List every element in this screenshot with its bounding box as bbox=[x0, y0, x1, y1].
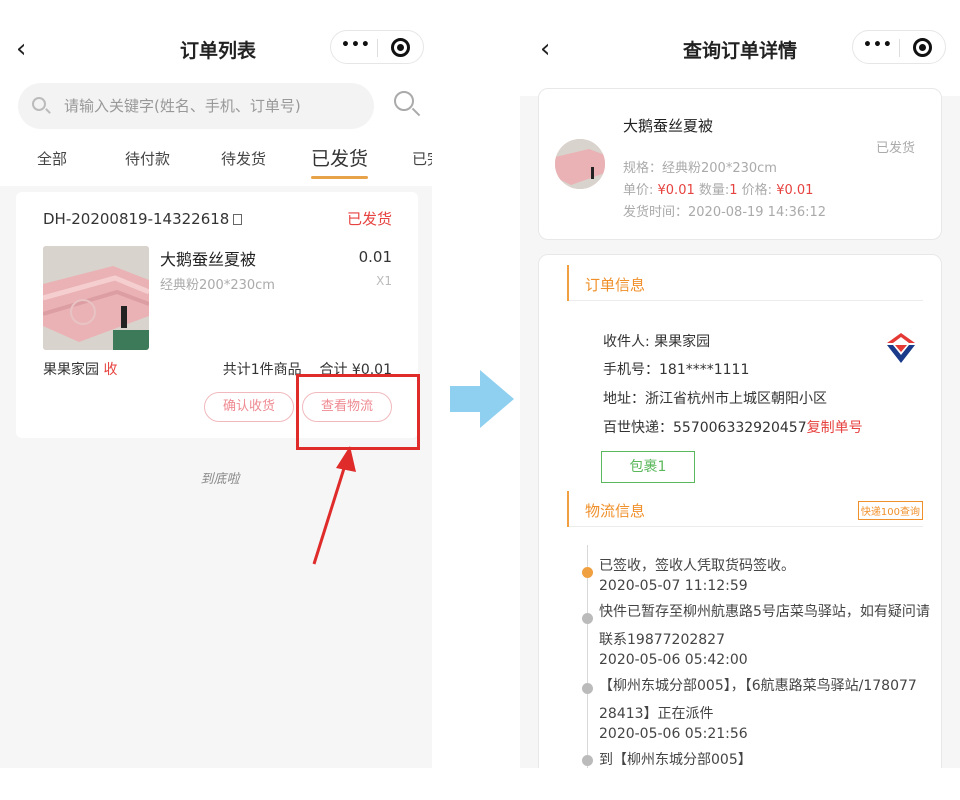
timeline-line bbox=[587, 545, 588, 768]
timeline-time: 2020-05-06 05:21:56 bbox=[599, 726, 748, 742]
more-icon[interactable]: ••• bbox=[341, 37, 371, 53]
product-spec: 规格：经典粉200*230cm bbox=[623, 161, 777, 176]
search-icon bbox=[32, 97, 46, 111]
product-image[interactable] bbox=[43, 246, 149, 350]
status-tabs: 全部 待付款 待发货 已发货 已完 bbox=[0, 134, 432, 186]
tab-label: 已发货 bbox=[311, 148, 369, 170]
order-status: 已发货 bbox=[875, 141, 915, 156]
order-info-header: 订单信息 bbox=[567, 265, 923, 301]
express-text: 百世快递：557006332920457 bbox=[603, 420, 807, 436]
tab-shipped[interactable]: 已发货 bbox=[311, 144, 369, 179]
more-icon[interactable]: ••• bbox=[863, 37, 893, 53]
capsule-divider bbox=[899, 39, 900, 57]
buyer-tag: 收 bbox=[103, 362, 118, 378]
capsule-divider bbox=[377, 39, 378, 57]
timeline-dot bbox=[582, 613, 593, 624]
qty-label: 数量: bbox=[694, 183, 730, 198]
buyer-info: 果果家园 收 bbox=[43, 359, 117, 379]
kuaidi100-tag[interactable]: 快递100查询 bbox=[857, 501, 923, 520]
copy-icon[interactable] bbox=[233, 214, 243, 225]
product-price: 0.01 bbox=[358, 248, 392, 266]
tab-pending-shipment[interactable]: 待发货 bbox=[221, 148, 266, 169]
timeline-text: 联系19877202827 bbox=[599, 632, 725, 648]
package-1-button[interactable]: 包裹1 bbox=[601, 451, 695, 483]
logistics-header: 物流信息 快递100查询 bbox=[567, 491, 923, 527]
highlight-box bbox=[296, 374, 420, 450]
search-bar bbox=[0, 80, 432, 134]
section-bar bbox=[567, 491, 569, 527]
miniprogram-capsule: ••• bbox=[330, 30, 424, 64]
order-detail-screen: ‹ 查询订单详情 ••• 大鹅蚕丝夏被 已发货 规格：经典粉200*230cm … bbox=[520, 0, 960, 768]
section-bar bbox=[567, 265, 569, 301]
timeline-time: 2020-05-07 11:12:59 bbox=[599, 578, 748, 594]
address: 地址：浙江省杭州市上城区朝阳小区 bbox=[603, 391, 827, 407]
tab-pending-payment[interactable]: 待付款 bbox=[125, 148, 170, 169]
section-title: 物流信息 bbox=[585, 502, 646, 520]
timeline-dot bbox=[582, 755, 593, 766]
product-thumbnail bbox=[555, 139, 605, 189]
timeline-dot bbox=[582, 683, 593, 694]
timeline-text: 28413】正在派件 bbox=[599, 706, 714, 722]
unit-price-label: 单价: bbox=[623, 183, 658, 198]
section-title: 订单信息 bbox=[585, 276, 646, 294]
pointer-arrow-icon bbox=[312, 446, 356, 565]
price-line: 单价: ¥0.01 数量:1 价格: ¥0.01 bbox=[623, 179, 813, 198]
search-box bbox=[18, 83, 374, 129]
timeline-text: 已签收，签收人凭取货码签收。 bbox=[599, 558, 795, 574]
product-quantity: X1 bbox=[376, 274, 392, 288]
buyer-name: 果果家园 bbox=[43, 362, 99, 378]
nav-bar: ‹ 查询订单详情 ••• bbox=[520, 0, 960, 96]
close-miniprogram-icon[interactable] bbox=[391, 38, 410, 57]
courier-logo-icon bbox=[887, 333, 915, 363]
search-input[interactable] bbox=[64, 83, 364, 129]
timeline-text: 快件已暂存至柳州航惠路5号店菜鸟驿站，如有疑问请 bbox=[599, 604, 930, 620]
product-spec: 经典粉200*230cm bbox=[160, 278, 275, 293]
tab-completed[interactable]: 已完 bbox=[412, 148, 432, 169]
info-card: 订单信息 收件人: 果果家园 手机号：181****1111 地址：浙江省杭州市… bbox=[538, 254, 942, 768]
timeline-text: 【柳州东城分部005】，【6航惠路菜鸟驿站/178077 bbox=[599, 678, 917, 694]
total-label: 价格: bbox=[737, 183, 777, 198]
transition-arrow-icon bbox=[450, 370, 514, 428]
active-tab-indicator bbox=[311, 176, 369, 179]
miniprogram-capsule: ••• bbox=[852, 30, 946, 64]
product-title: 大鹅蚕丝夏被 bbox=[160, 250, 257, 269]
tab-all[interactable]: 全部 bbox=[37, 148, 67, 169]
end-of-list-tip: 到底啦 bbox=[200, 472, 240, 487]
express-number: 百世快递：557006332920457复制单号 bbox=[603, 417, 863, 437]
timeline-time: 2020-05-06 05:42:00 bbox=[599, 652, 748, 668]
product-detail-card: 大鹅蚕丝夏被 已发货 规格：经典粉200*230cm 单价: ¥0.01 数量:… bbox=[538, 88, 942, 240]
product-title: 大鹅蚕丝夏被 bbox=[623, 117, 714, 135]
receiver: 收件人: 果果家园 bbox=[603, 334, 711, 350]
order-status: 已发货 bbox=[346, 210, 392, 228]
timeline-text: 到【柳州东城分部005】 bbox=[599, 752, 752, 768]
phone: 手机号：181****1111 bbox=[603, 362, 750, 378]
confirm-receipt-button[interactable]: 确认收货 bbox=[204, 392, 294, 422]
timeline-dot-current bbox=[582, 567, 593, 578]
tab-label: 待发货 bbox=[221, 150, 267, 168]
close-miniprogram-icon[interactable] bbox=[913, 38, 932, 57]
total-price: ¥0.01 bbox=[776, 183, 814, 198]
copy-number-link[interactable]: 复制单号 bbox=[807, 420, 863, 436]
order-number-text: DH-20200819-14322618 bbox=[43, 210, 230, 228]
ship-time: 发货时间：2020-08-19 14:36:12 bbox=[623, 205, 827, 220]
qty-value: 1 bbox=[729, 183, 738, 198]
unit-price: ¥0.01 bbox=[657, 183, 695, 198]
search-button-icon[interactable] bbox=[394, 91, 414, 111]
order-number: DH-20200819-14322618 bbox=[43, 210, 243, 228]
